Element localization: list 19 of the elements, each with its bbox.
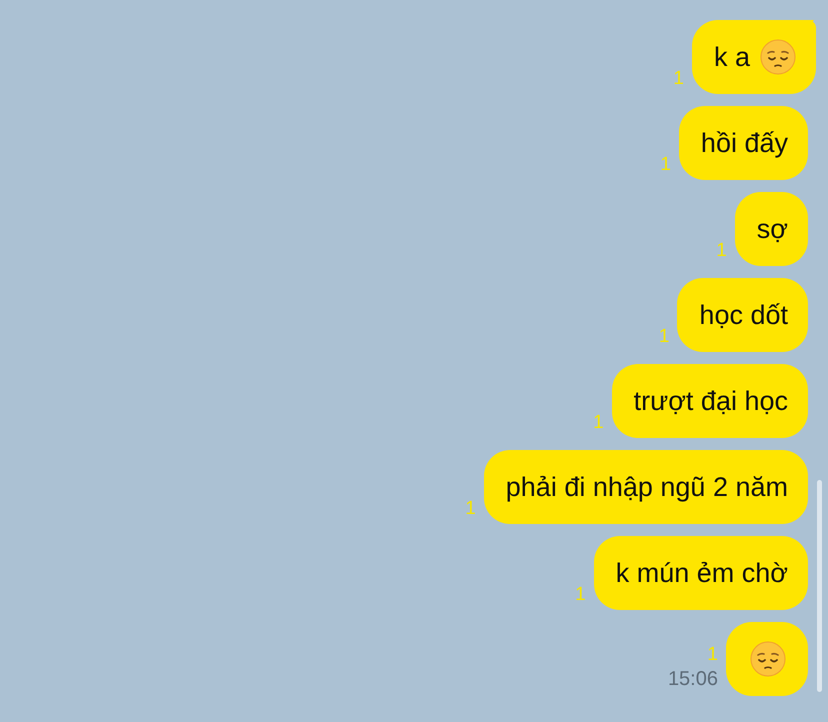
scrollbar[interactable] [817,480,822,692]
unread-count: 1 [707,644,718,666]
unread-count: 1 [716,240,727,262]
unread-count: 1 [465,498,476,520]
pensive-face-icon [750,641,786,677]
message-text: k a [714,42,750,72]
message-text: k mún ẻm chờ [616,558,788,588]
message-text: học dốt [699,300,788,330]
unread-count: 1 [575,584,586,606]
message-text: phải đi nhập ngũ 2 năm [506,472,788,502]
unread-count: 1 [673,68,684,90]
message-text: hồi đấy [700,128,788,158]
pensive-face-icon [760,39,796,75]
unread-count: 1 [658,326,670,348]
message-text: sợ [756,214,788,244]
unread-count: 1 [593,412,604,434]
unread-count: 1 [660,154,671,176]
message-text: trượt đại học [634,386,788,416]
message-time: 15:06 [668,667,718,692]
